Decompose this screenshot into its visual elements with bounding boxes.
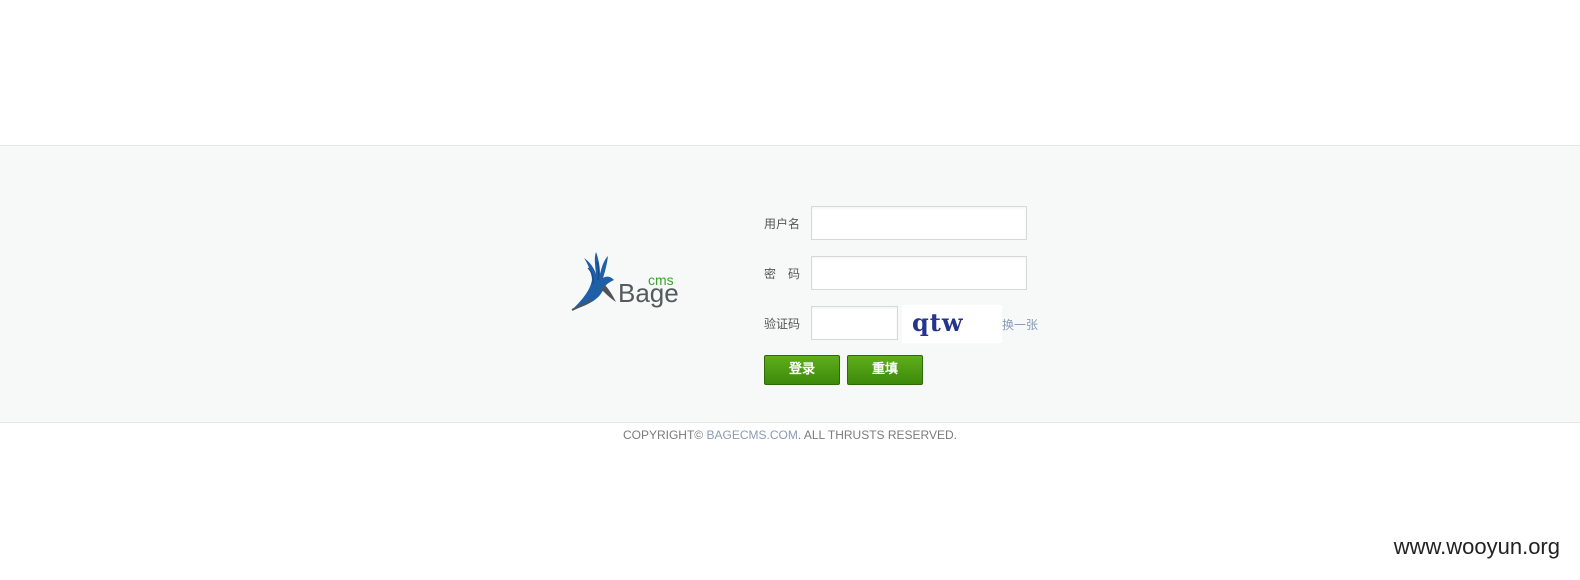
watermark-text: www.wooyun.org bbox=[1393, 534, 1560, 559]
copyright-prefix: COPYRIGHT© bbox=[622, 428, 704, 442]
captcha-label: 验证码 bbox=[764, 317, 801, 331]
reset-button[interactable]: 重填 bbox=[847, 355, 923, 385]
username-label: 用户名 bbox=[764, 217, 801, 231]
copyright-suffix: . ALL THRUSTS RESERVED. bbox=[797, 428, 958, 442]
username-input[interactable] bbox=[811, 206, 1027, 240]
captcha-image-text: qtw bbox=[912, 308, 964, 337]
login-button[interactable]: 登录 bbox=[764, 355, 840, 385]
password-label: 密 码 bbox=[764, 267, 801, 281]
refresh-captcha-link[interactable]: 换一张 bbox=[1002, 316, 1038, 333]
bagecms-link[interactable]: BAGECMS.COM bbox=[707, 428, 798, 442]
bagecms-logo: cms Bage bbox=[570, 250, 690, 314]
copyright-footer: COPYRIGHT© BAGECMS.COM. ALL THRUSTS RESE… bbox=[0, 428, 1580, 442]
password-input[interactable] bbox=[811, 256, 1027, 290]
logo-bage-text: Bage bbox=[618, 278, 679, 308]
captcha-input[interactable] bbox=[811, 306, 898, 340]
captcha-image[interactable]: qtw bbox=[902, 305, 1002, 343]
